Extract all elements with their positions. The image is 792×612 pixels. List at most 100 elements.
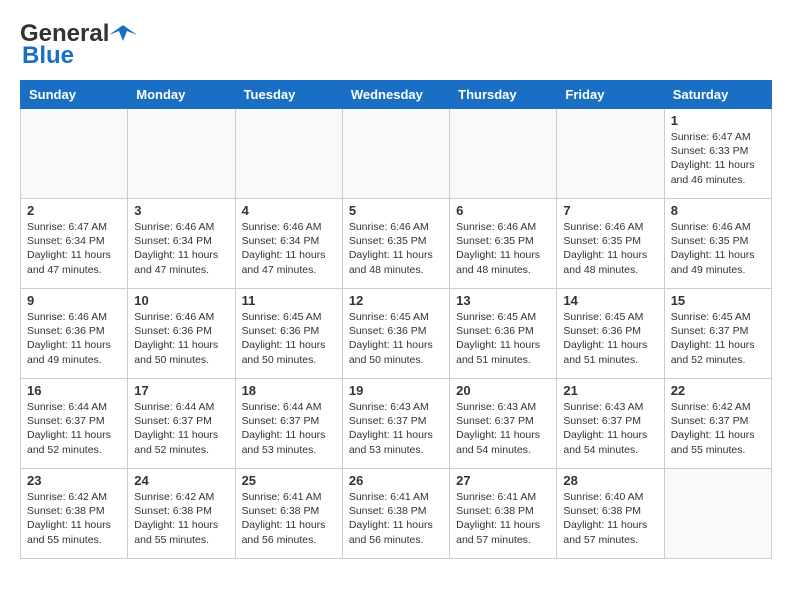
day-info: Sunrise: 6:43 AM Sunset: 6:37 PM Dayligh… xyxy=(349,400,443,457)
day-info: Sunrise: 6:45 AM Sunset: 6:36 PM Dayligh… xyxy=(456,310,550,367)
calendar-cell xyxy=(664,469,771,559)
calendar-cell xyxy=(450,109,557,199)
calendar-cell xyxy=(21,109,128,199)
page-header: General Blue xyxy=(20,20,772,70)
day-info: Sunrise: 6:45 AM Sunset: 6:36 PM Dayligh… xyxy=(242,310,336,367)
day-number: 8 xyxy=(671,203,765,218)
day-info: Sunrise: 6:43 AM Sunset: 6:37 PM Dayligh… xyxy=(456,400,550,457)
day-number: 4 xyxy=(242,203,336,218)
day-info: Sunrise: 6:44 AM Sunset: 6:37 PM Dayligh… xyxy=(242,400,336,457)
day-number: 15 xyxy=(671,293,765,308)
calendar-week-row: 23 Sunrise: 6:42 AM Sunset: 6:38 PM Dayli… xyxy=(21,469,772,559)
day-number: 21 xyxy=(563,383,657,398)
calendar-cell: 10 Sunrise: 6:46 AM Sunset: 6:36 PM Dayli… xyxy=(128,289,235,379)
calendar-week-row: 16 Sunrise: 6:44 AM Sunset: 6:37 PM Dayli… xyxy=(21,379,772,469)
day-info: Sunrise: 6:45 AM Sunset: 6:36 PM Dayligh… xyxy=(349,310,443,367)
day-info: Sunrise: 6:43 AM Sunset: 6:37 PM Dayligh… xyxy=(563,400,657,457)
day-info: Sunrise: 6:46 AM Sunset: 6:36 PM Dayligh… xyxy=(27,310,121,367)
calendar-cell: 7Sunrise: 6:46 AM Sunset: 6:35 PM Daylig… xyxy=(557,199,664,289)
day-header-thursday: Thursday xyxy=(450,81,557,109)
calendar-cell: 18 Sunrise: 6:44 AM Sunset: 6:37 PM Dayli… xyxy=(235,379,342,469)
day-number: 6 xyxy=(456,203,550,218)
day-info: Sunrise: 6:45 AM Sunset: 6:37 PM Dayligh… xyxy=(671,310,765,367)
day-number: 17 xyxy=(134,383,228,398)
calendar-cell: 19 Sunrise: 6:43 AM Sunset: 6:37 PM Dayli… xyxy=(342,379,449,469)
day-info: Sunrise: 6:46 AM Sunset: 6:35 PM Dayligh… xyxy=(671,220,765,277)
calendar-week-row: 9 Sunrise: 6:46 AM Sunset: 6:36 PM Daylig… xyxy=(21,289,772,379)
logo-bird-icon xyxy=(109,23,137,45)
day-number: 16 xyxy=(27,383,121,398)
day-number: 1 xyxy=(671,113,765,128)
logo: General Blue xyxy=(20,20,137,70)
calendar-cell: 14 Sunrise: 6:45 AM Sunset: 6:36 PM Dayli… xyxy=(557,289,664,379)
calendar-cell: 9 Sunrise: 6:46 AM Sunset: 6:36 PM Daylig… xyxy=(21,289,128,379)
day-number: 9 xyxy=(27,293,121,308)
day-number: 23 xyxy=(27,473,121,488)
calendar-cell: 4 Sunrise: 6:46 AM Sunset: 6:34 PM Daylig… xyxy=(235,199,342,289)
calendar-header-row: SundayMondayTuesdayWednesdayThursdayFrid… xyxy=(21,81,772,109)
day-number: 11 xyxy=(242,293,336,308)
day-info: Sunrise: 6:47 AM Sunset: 6:33 PM Dayligh… xyxy=(671,130,765,187)
calendar-cell: 28 Sunrise: 6:40 AM Sunset: 6:38 PM Dayli… xyxy=(557,469,664,559)
day-number: 25 xyxy=(242,473,336,488)
day-info: Sunrise: 6:46 AM Sunset: 6:35 PM Dayligh… xyxy=(349,220,443,277)
calendar-cell: 17 Sunrise: 6:44 AM Sunset: 6:37 PM Dayli… xyxy=(128,379,235,469)
day-header-friday: Friday xyxy=(557,81,664,109)
day-info: Sunrise: 6:40 AM Sunset: 6:38 PM Dayligh… xyxy=(563,490,657,547)
calendar-cell: 5 Sunrise: 6:46 AM Sunset: 6:35 PM Daylig… xyxy=(342,199,449,289)
day-info: Sunrise: 6:44 AM Sunset: 6:37 PM Dayligh… xyxy=(134,400,228,457)
day-info: Sunrise: 6:42 AM Sunset: 6:38 PM Dayligh… xyxy=(27,490,121,547)
calendar-week-row: 1 Sunrise: 6:47 AM Sunset: 6:33 PM Daylig… xyxy=(21,109,772,199)
calendar-cell xyxy=(557,109,664,199)
calendar-cell: 25 Sunrise: 6:41 AM Sunset: 6:38 PM Dayli… xyxy=(235,469,342,559)
calendar-cell: 20 Sunrise: 6:43 AM Sunset: 6:37 PM Dayli… xyxy=(450,379,557,469)
day-number: 22 xyxy=(671,383,765,398)
calendar-cell: 3Sunrise: 6:46 AM Sunset: 6:34 PM Daylig… xyxy=(128,199,235,289)
calendar-cell: 21 Sunrise: 6:43 AM Sunset: 6:37 PM Dayli… xyxy=(557,379,664,469)
day-info: Sunrise: 6:41 AM Sunset: 6:38 PM Dayligh… xyxy=(242,490,336,547)
day-number: 7 xyxy=(563,203,657,218)
day-header-monday: Monday xyxy=(128,81,235,109)
day-info: Sunrise: 6:42 AM Sunset: 6:38 PM Dayligh… xyxy=(134,490,228,547)
calendar-cell: 24 Sunrise: 6:42 AM Sunset: 6:38 PM Dayli… xyxy=(128,469,235,559)
calendar-cell: 23 Sunrise: 6:42 AM Sunset: 6:38 PM Dayli… xyxy=(21,469,128,559)
day-info: Sunrise: 6:44 AM Sunset: 6:37 PM Dayligh… xyxy=(27,400,121,457)
day-info: Sunrise: 6:45 AM Sunset: 6:36 PM Dayligh… xyxy=(563,310,657,367)
day-info: Sunrise: 6:41 AM Sunset: 6:38 PM Dayligh… xyxy=(349,490,443,547)
day-number: 20 xyxy=(456,383,550,398)
day-number: 27 xyxy=(456,473,550,488)
calendar-cell: 12 Sunrise: 6:45 AM Sunset: 6:36 PM Dayli… xyxy=(342,289,449,379)
day-header-tuesday: Tuesday xyxy=(235,81,342,109)
calendar-cell: 2Sunrise: 6:47 AM Sunset: 6:34 PM Daylig… xyxy=(21,199,128,289)
day-info: Sunrise: 6:46 AM Sunset: 6:34 PM Dayligh… xyxy=(134,220,228,277)
calendar-cell: 16 Sunrise: 6:44 AM Sunset: 6:37 PM Dayli… xyxy=(21,379,128,469)
day-header-sunday: Sunday xyxy=(21,81,128,109)
day-number: 2 xyxy=(27,203,121,218)
day-header-wednesday: Wednesday xyxy=(342,81,449,109)
day-number: 13 xyxy=(456,293,550,308)
day-number: 24 xyxy=(134,473,228,488)
day-number: 12 xyxy=(349,293,443,308)
day-info: Sunrise: 6:41 AM Sunset: 6:38 PM Dayligh… xyxy=(456,490,550,547)
calendar-cell: 1 Sunrise: 6:47 AM Sunset: 6:33 PM Daylig… xyxy=(664,109,771,199)
day-number: 5 xyxy=(349,203,443,218)
calendar-cell: 6Sunrise: 6:46 AM Sunset: 6:35 PM Daylig… xyxy=(450,199,557,289)
calendar-cell xyxy=(235,109,342,199)
calendar-cell xyxy=(128,109,235,199)
day-number: 18 xyxy=(242,383,336,398)
day-number: 28 xyxy=(563,473,657,488)
day-number: 19 xyxy=(349,383,443,398)
day-info: Sunrise: 6:46 AM Sunset: 6:34 PM Dayligh… xyxy=(242,220,336,277)
calendar-cell: 8 Sunrise: 6:46 AM Sunset: 6:35 PM Daylig… xyxy=(664,199,771,289)
day-number: 14 xyxy=(563,293,657,308)
calendar-cell: 11 Sunrise: 6:45 AM Sunset: 6:36 PM Dayli… xyxy=(235,289,342,379)
calendar-cell: 13 Sunrise: 6:45 AM Sunset: 6:36 PM Dayli… xyxy=(450,289,557,379)
calendar-cell xyxy=(342,109,449,199)
calendar-cell: 22 Sunrise: 6:42 AM Sunset: 6:37 PM Dayli… xyxy=(664,379,771,469)
day-number: 10 xyxy=(134,293,228,308)
calendar-week-row: 2Sunrise: 6:47 AM Sunset: 6:34 PM Daylig… xyxy=(21,199,772,289)
calendar-cell: 27 Sunrise: 6:41 AM Sunset: 6:38 PM Dayli… xyxy=(450,469,557,559)
day-info: Sunrise: 6:42 AM Sunset: 6:37 PM Dayligh… xyxy=(671,400,765,457)
day-info: Sunrise: 6:46 AM Sunset: 6:36 PM Dayligh… xyxy=(134,310,228,367)
logo-blue: Blue xyxy=(22,42,74,70)
